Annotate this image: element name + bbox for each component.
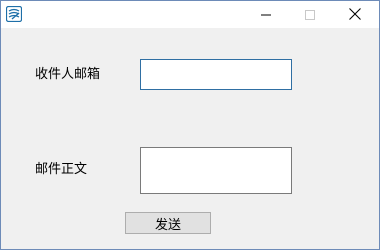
send-button[interactable]: 发送 (125, 212, 211, 234)
close-icon (348, 5, 361, 24)
body-label: 邮件正文 (35, 162, 88, 177)
minimize-icon (260, 5, 271, 24)
close-button[interactable] (332, 1, 377, 28)
title-bar[interactable] (1, 1, 379, 28)
recipient-label: 收件人邮箱 (35, 67, 101, 82)
body-textarea[interactable] (140, 147, 292, 194)
maximize-icon (304, 5, 315, 24)
app-icon (5, 5, 23, 23)
recipient-email-input[interactable] (140, 59, 292, 90)
minimize-button[interactable] (243, 1, 288, 28)
maximize-button[interactable] (287, 1, 332, 28)
mail-window: 收件人邮箱 邮件正文 发送 (0, 0, 380, 250)
